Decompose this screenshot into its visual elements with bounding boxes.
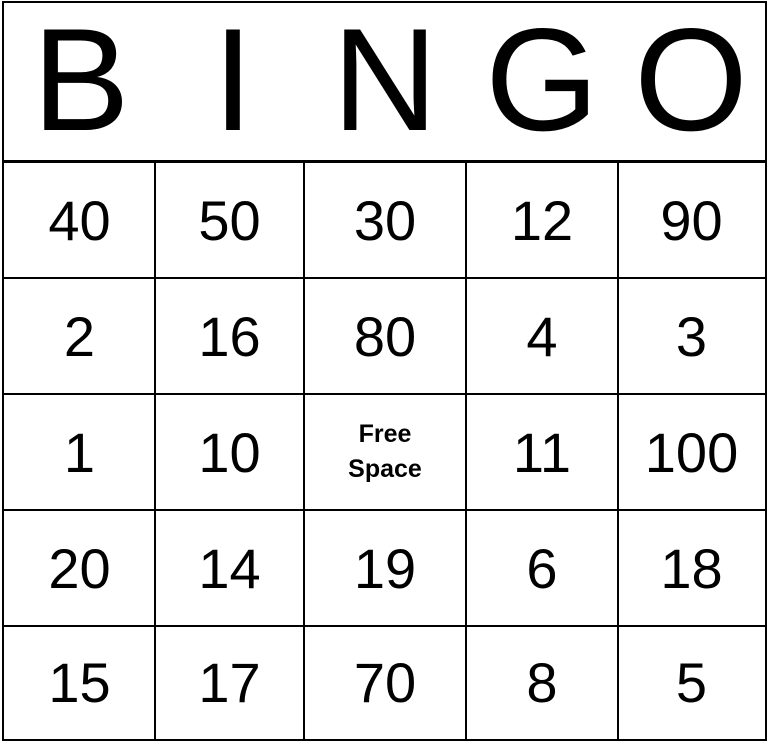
- bingo-number: 4: [526, 304, 558, 368]
- bingo-header: B I N G O: [4, 3, 765, 163]
- bingo-cell[interactable]: 10: [155, 394, 304, 510]
- bingo-grid: 40 50 30 12 90 2 16 80 4 3 1 10 Free Space 11 100 20 14 19…: [4, 163, 765, 739]
- bingo-cell[interactable]: 2: [4, 278, 155, 394]
- free-space-line1: Free: [358, 420, 412, 448]
- bingo-cell[interactable]: 30: [304, 163, 466, 278]
- bingo-number: 5: [675, 651, 708, 714]
- bingo-cell[interactable]: 12: [466, 163, 618, 278]
- header-letter-i: I: [212, 0, 254, 161]
- bingo-cell[interactable]: 90: [618, 163, 765, 278]
- bingo-cell[interactable]: 14: [155, 510, 304, 626]
- bingo-number: 40: [48, 189, 111, 252]
- grid-column-divider: [465, 163, 467, 739]
- free-space-cell[interactable]: Free Space: [304, 394, 466, 510]
- bingo-number: 3: [675, 304, 708, 368]
- grid-row-divider: [4, 277, 765, 279]
- grid-row-divider: [4, 509, 765, 511]
- bingo-number: 50: [198, 189, 261, 252]
- bingo-number: 12: [510, 189, 574, 252]
- grid-row-divider: [4, 625, 765, 627]
- bingo-number: 80: [353, 304, 417, 368]
- bingo-number: 15: [48, 651, 111, 714]
- bingo-cell[interactable]: 11: [466, 394, 618, 510]
- bingo-cell[interactable]: 16: [155, 278, 304, 394]
- grid-column-divider: [154, 163, 156, 739]
- bingo-cell[interactable]: 1: [4, 394, 155, 510]
- bingo-number: 10: [198, 420, 261, 484]
- grid-row-divider: [4, 393, 765, 395]
- bingo-cell[interactable]: 18: [618, 510, 765, 626]
- bingo-number: 70: [353, 651, 417, 714]
- bingo-number: 6: [526, 536, 558, 600]
- bingo-cell[interactable]: 5: [618, 626, 765, 739]
- header-letter-o: O: [634, 0, 748, 161]
- bingo-number: 17: [198, 651, 261, 714]
- header-letter-b: B: [32, 0, 130, 161]
- bingo-cell[interactable]: 19: [304, 510, 466, 626]
- bingo-number: 16: [198, 304, 261, 368]
- bingo-number: 1: [63, 420, 96, 484]
- bingo-number: 2: [63, 304, 96, 368]
- bingo-number: 30: [353, 189, 417, 252]
- grid-column-divider: [617, 163, 619, 739]
- bingo-cell[interactable]: 20: [4, 510, 155, 626]
- bingo-cell[interactable]: 8: [466, 626, 618, 739]
- grid-column-divider: [303, 163, 305, 739]
- free-space-line2: Space: [348, 455, 422, 483]
- bingo-number: 18: [660, 536, 723, 600]
- bingo-number: 14: [198, 536, 261, 600]
- bingo-number: 100: [644, 420, 739, 484]
- bingo-number: 90: [660, 189, 723, 252]
- bingo-cell[interactable]: 4: [466, 278, 618, 394]
- bingo-cell[interactable]: 50: [155, 163, 304, 278]
- bingo-cell[interactable]: 15: [4, 626, 155, 739]
- header-letter-n: N: [332, 0, 438, 161]
- bingo-cell[interactable]: 40: [4, 163, 155, 278]
- bingo-cell[interactable]: 3: [618, 278, 765, 394]
- bingo-cell[interactable]: 70: [304, 626, 466, 739]
- bingo-number: 8: [526, 651, 558, 714]
- bingo-cell[interactable]: 80: [304, 278, 466, 394]
- header-letter-g: G: [485, 0, 599, 161]
- bingo-number: 20: [48, 536, 111, 600]
- bingo-cell[interactable]: 100: [618, 394, 765, 510]
- bingo-cell[interactable]: 6: [466, 510, 618, 626]
- bingo-number: 19: [353, 536, 417, 600]
- bingo-number: 11: [512, 420, 572, 484]
- bingo-cell[interactable]: 17: [155, 626, 304, 739]
- bingo-card: B I N G O 40 50 30 12 90 2 16 80 4 3 1 10 Free Space 1…: [2, 1, 767, 741]
